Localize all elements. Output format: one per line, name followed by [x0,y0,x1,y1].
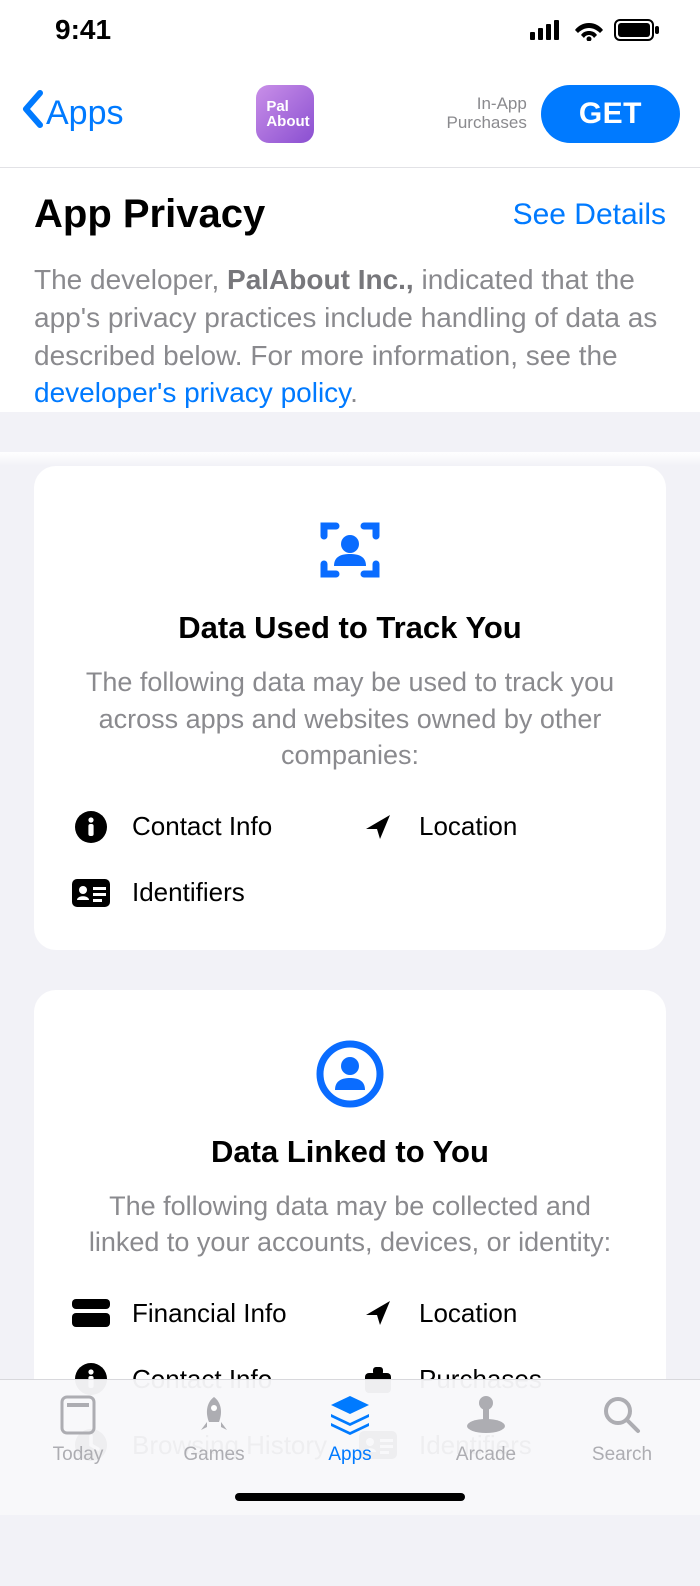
see-details-link[interactable]: See Details [513,198,666,232]
wifi-icon [574,19,604,41]
page-title: App Privacy [34,192,265,237]
card-title: Data Linked to You [72,1134,628,1170]
data-item-location: Location [359,808,628,846]
credit-card-icon [72,1294,110,1332]
tab-arcade[interactable]: Arcade [418,1392,554,1466]
back-button[interactable]: Apps [20,89,124,138]
tab-apps[interactable]: Apps [282,1392,418,1466]
data-item-financial: Financial Info [72,1294,341,1332]
app-icon[interactable]: Pal About [256,85,314,143]
tracking-data-card: Data Used to Track You The following dat… [34,466,666,949]
chevron-left-icon [20,89,44,138]
layers-icon [327,1392,373,1438]
privacy-policy-link[interactable]: developer's privacy policy [34,377,350,408]
get-button[interactable]: GET [541,85,680,143]
nav-bar: Apps Pal About In-App Purchases GET [0,60,700,168]
battery-icon [614,19,660,41]
home-indicator[interactable] [235,1493,465,1501]
status-bar: 9:41 [0,0,700,60]
app-icon-text: Pal About [266,99,309,129]
card-subtitle: The following data may be used to track … [72,664,628,773]
arcade-icon [463,1392,509,1438]
tab-search[interactable]: Search [554,1392,690,1466]
card-subtitle: The following data may be collected and … [72,1188,628,1261]
data-item-contact-info: Contact Info [72,808,341,846]
data-item-identifiers: Identifiers [72,874,341,912]
location-icon [359,808,397,846]
location-icon [359,1294,397,1332]
data-item-location: Location [359,1294,628,1332]
card-title: Data Used to Track You [72,610,628,646]
privacy-header-section: App Privacy See Details The developer, P… [0,168,700,412]
today-icon [57,1392,99,1438]
status-icons [530,19,660,41]
id-card-icon [72,874,110,912]
nav-right: In-App Purchases GET [447,85,681,143]
linked-icon [72,1038,628,1110]
privacy-description: The developer, PalAbout Inc., indicated … [34,261,666,412]
tracking-icon [72,514,628,586]
in-app-purchases-label: In-App Purchases [447,95,527,132]
search-icon [601,1392,643,1438]
tab-today[interactable]: Today [10,1392,146,1466]
status-time: 9:41 [55,14,111,46]
tab-bar: Today Games Apps Arcade Search [0,1379,700,1515]
cellular-icon [530,20,564,40]
rocket-icon [193,1392,235,1438]
info-icon [72,808,110,846]
back-label: Apps [46,94,124,133]
tab-games[interactable]: Games [146,1392,282,1466]
developer-name: PalAbout Inc., [227,264,414,295]
